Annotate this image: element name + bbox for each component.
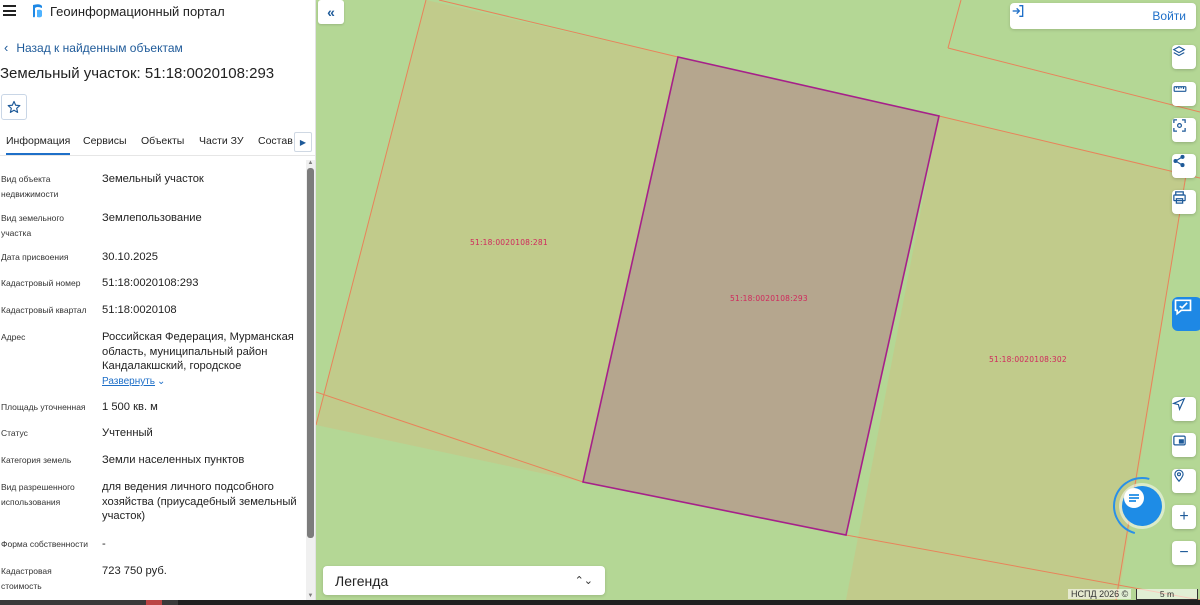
hamburger-menu-icon[interactable] (3, 5, 16, 16)
zoom-in-button[interactable]: + (1172, 505, 1196, 529)
locate-icon (1172, 397, 1186, 411)
taskbar-segment (178, 600, 1200, 605)
tab-parts[interactable]: Части ЗУ (199, 135, 244, 147)
page-title: Земельный участок: 51:18:0020108:293 (0, 65, 275, 82)
tab-objects[interactable]: Объекты (141, 135, 184, 147)
ruler-button[interactable] (1172, 82, 1196, 106)
minimap-icon (1173, 435, 1186, 446)
property-label: Площадь уточненная (1, 402, 86, 412)
login-button[interactable]: Войти (1010, 3, 1196, 29)
property-label: Адрес (1, 332, 26, 342)
map-canvas[interactable]: 51:18:0020108:281 51:18:0020108:293 51:1… (316, 0, 1200, 600)
back-to-results-link[interactable]: ‹ Назад к найденным объектам (4, 40, 183, 55)
property-value: Учтенный (102, 427, 153, 439)
boundary-line (947, 0, 962, 49)
chat-icon (1124, 488, 1144, 508)
parcel-label-293: 51:18:0020108:293 (730, 294, 808, 303)
property-label: Вид объекта недвижимости (1, 174, 59, 199)
property-label: Кадастровая стоимость (1, 566, 52, 591)
info-sidebar: Геоинформационный портал ‹ Назад к найде… (0, 0, 316, 600)
zoom-out-button[interactable]: − (1172, 541, 1196, 565)
property-value: Земельный участок (102, 173, 204, 185)
parcel-label-281: 51:18:0020108:281 (470, 238, 548, 247)
property-label: Вид земельного участка (1, 213, 65, 238)
caret-right-icon: ▶ (299, 137, 307, 147)
layers-icon (1172, 46, 1186, 57)
chevron-down-icon[interactable]: ⌄ (157, 376, 165, 387)
address-value: Российская Федерация, Мурманская область… (102, 331, 294, 372)
feedback-icon (1174, 299, 1192, 316)
scroll-up-icon[interactable]: ▲ (306, 160, 315, 167)
map-copyright: НСПД 2026 © (1068, 589, 1132, 599)
taskbar-app-indicator (146, 600, 162, 605)
property-label: Дата присвоения (1, 252, 69, 262)
collapse-sidebar-button[interactable]: « (318, 0, 344, 24)
property-value: Землепользование (102, 212, 202, 224)
zoom-out-icon: − (1179, 544, 1189, 561)
tab-composition[interactable]: Состав (258, 135, 293, 147)
sidebar-scrollbar[interactable]: ▲ ▼ (306, 160, 315, 600)
print-button[interactable] (1172, 190, 1196, 214)
geolocation-icon (1174, 469, 1184, 483)
layers-button[interactable] (1172, 45, 1196, 69)
scrollbar-thumb[interactable] (307, 168, 314, 538)
tab-bar: Информация Сервисы Объекты Части ЗУ Сост… (0, 128, 315, 156)
property-label: Статус (1, 428, 28, 438)
property-value: 723 750 руб. (102, 565, 167, 577)
login-icon (1012, 5, 1024, 17)
tab-information[interactable]: Информация (6, 135, 71, 155)
star-icon (7, 100, 21, 114)
top-bar: Геоинформационный портал (0, 0, 315, 24)
chat-assistant-button[interactable] (1122, 486, 1162, 526)
chevron-left-icon: ‹ (4, 40, 9, 55)
portal-title: Геоинформационный портал (50, 4, 225, 19)
property-value: - (102, 538, 106, 550)
property-value: 51:18:0020108 (102, 304, 177, 316)
zoom-in-icon: + (1179, 508, 1189, 525)
legend-label: Легенда (335, 572, 389, 589)
back-link-label: Назад к найденным объектам (16, 40, 183, 55)
expand-collapse-icon: ⌃⌄ (574, 575, 593, 587)
feedback-widget-button[interactable] (1172, 297, 1200, 331)
tab-services[interactable]: Сервисы (83, 135, 127, 147)
geolocation-button[interactable] (1172, 469, 1196, 493)
navigate-button[interactable] (1172, 397, 1196, 421)
os-taskbar (0, 600, 1200, 605)
share-button[interactable] (1172, 154, 1196, 178)
ruler-icon (1173, 86, 1187, 92)
parcel-label-302: 51:18:0020108:302 (989, 355, 1067, 364)
property-value: 1 500 кв. м (102, 401, 158, 413)
expand-address-link[interactable]: Развернуть (102, 376, 155, 387)
area-select-button[interactable] (1172, 118, 1196, 142)
area-select-icon (1173, 119, 1186, 132)
map-scale-bar: 5 m (1136, 589, 1198, 600)
tabs-scroll-right-button[interactable]: ▶ (294, 132, 312, 152)
minimap-button[interactable] (1172, 433, 1196, 457)
scroll-down-icon[interactable]: ▼ (306, 593, 315, 600)
share-icon (1173, 154, 1185, 168)
portal-logo-icon (33, 4, 42, 18)
boundary-line (947, 47, 1200, 113)
legend-dropdown[interactable]: Легенда ⌃⌄ (323, 566, 605, 595)
property-label: Вид разрешенного использования (1, 482, 75, 507)
favorite-button[interactable] (1, 94, 27, 120)
property-label: Кадастровый квартал (1, 305, 87, 315)
property-value: 30.10.2025 (102, 251, 158, 263)
print-icon (1173, 191, 1186, 204)
property-label: Форма собственности (1, 539, 88, 549)
double-chevron-left-icon: « (327, 4, 335, 20)
property-value: Земли населенных пунктов (102, 454, 245, 466)
property-value: 51:18:0020108:293 (102, 277, 199, 289)
property-value: для ведения личного подсобного хозяйства… (102, 481, 297, 522)
login-label: Войти (1152, 9, 1186, 23)
property-label: Кадастровый номер (1, 278, 81, 288)
property-label: Категория земель (1, 455, 72, 465)
